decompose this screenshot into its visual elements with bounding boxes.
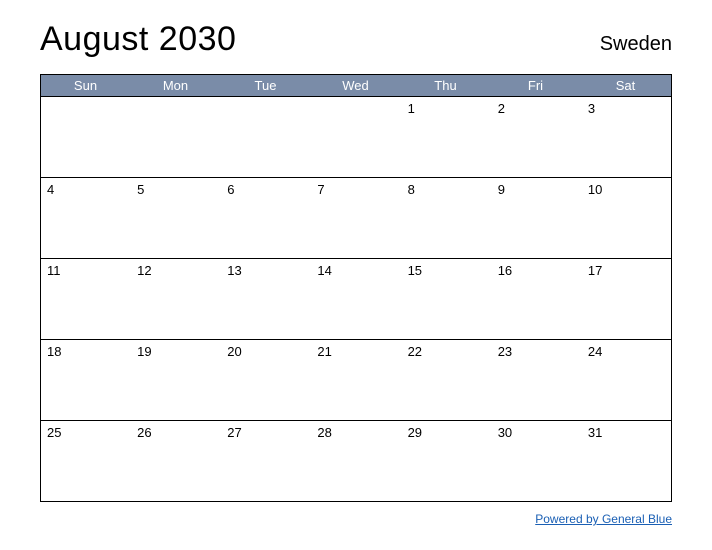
day-cell: 16 xyxy=(492,259,582,339)
day-cell: 30 xyxy=(492,421,582,501)
day-cell: 11 xyxy=(41,259,131,339)
week-row: 4 5 6 7 8 9 10 xyxy=(41,177,671,258)
dayheader-sat: Sat xyxy=(581,75,671,96)
dayheader-sun: Sun xyxy=(41,75,131,96)
day-cell: 1 xyxy=(402,97,492,177)
day-cell: 12 xyxy=(131,259,221,339)
day-cell: 26 xyxy=(131,421,221,501)
day-cell: 13 xyxy=(221,259,311,339)
dayheader-thu: Thu xyxy=(401,75,491,96)
day-cell: 22 xyxy=(402,340,492,420)
day-cell: 18 xyxy=(41,340,131,420)
day-cell: 15 xyxy=(402,259,492,339)
day-cell: 29 xyxy=(402,421,492,501)
calendar-grid: Sun Mon Tue Wed Thu Fri Sat 1 2 3 4 5 6 … xyxy=(40,74,672,502)
page-title: August 2030 xyxy=(40,20,236,59)
day-cell: 25 xyxy=(41,421,131,501)
day-cell xyxy=(221,97,311,177)
day-cell: 17 xyxy=(582,259,671,339)
day-cell: 19 xyxy=(131,340,221,420)
dayheader-mon: Mon xyxy=(131,75,221,96)
day-cell: 10 xyxy=(582,178,671,258)
day-cell: 3 xyxy=(582,97,671,177)
day-cell: 2 xyxy=(492,97,582,177)
day-cell xyxy=(41,97,131,177)
powered-by-link[interactable]: Powered by General Blue xyxy=(535,512,672,526)
dayheader-row: Sun Mon Tue Wed Thu Fri Sat xyxy=(41,75,671,96)
day-cell: 7 xyxy=(311,178,401,258)
calendar-header: August 2030 Sweden xyxy=(40,20,672,59)
day-cell: 21 xyxy=(311,340,401,420)
day-cell: 31 xyxy=(582,421,671,501)
country-label: Sweden xyxy=(600,33,672,56)
day-cell xyxy=(131,97,221,177)
dayheader-tue: Tue xyxy=(221,75,311,96)
footer: Powered by General Blue xyxy=(40,510,672,528)
dayheader-fri: Fri xyxy=(491,75,581,96)
day-cell: 5 xyxy=(131,178,221,258)
day-cell: 9 xyxy=(492,178,582,258)
week-row: 11 12 13 14 15 16 17 xyxy=(41,258,671,339)
week-row: 1 2 3 xyxy=(41,96,671,177)
day-cell: 8 xyxy=(402,178,492,258)
day-cell: 14 xyxy=(311,259,401,339)
week-row: 25 26 27 28 29 30 31 xyxy=(41,420,671,501)
day-cell: 20 xyxy=(221,340,311,420)
day-cell: 23 xyxy=(492,340,582,420)
day-cell: 24 xyxy=(582,340,671,420)
day-cell: 28 xyxy=(311,421,401,501)
week-row: 18 19 20 21 22 23 24 xyxy=(41,339,671,420)
day-cell xyxy=(311,97,401,177)
dayheader-wed: Wed xyxy=(311,75,401,96)
day-cell: 27 xyxy=(221,421,311,501)
day-cell: 6 xyxy=(221,178,311,258)
day-cell: 4 xyxy=(41,178,131,258)
